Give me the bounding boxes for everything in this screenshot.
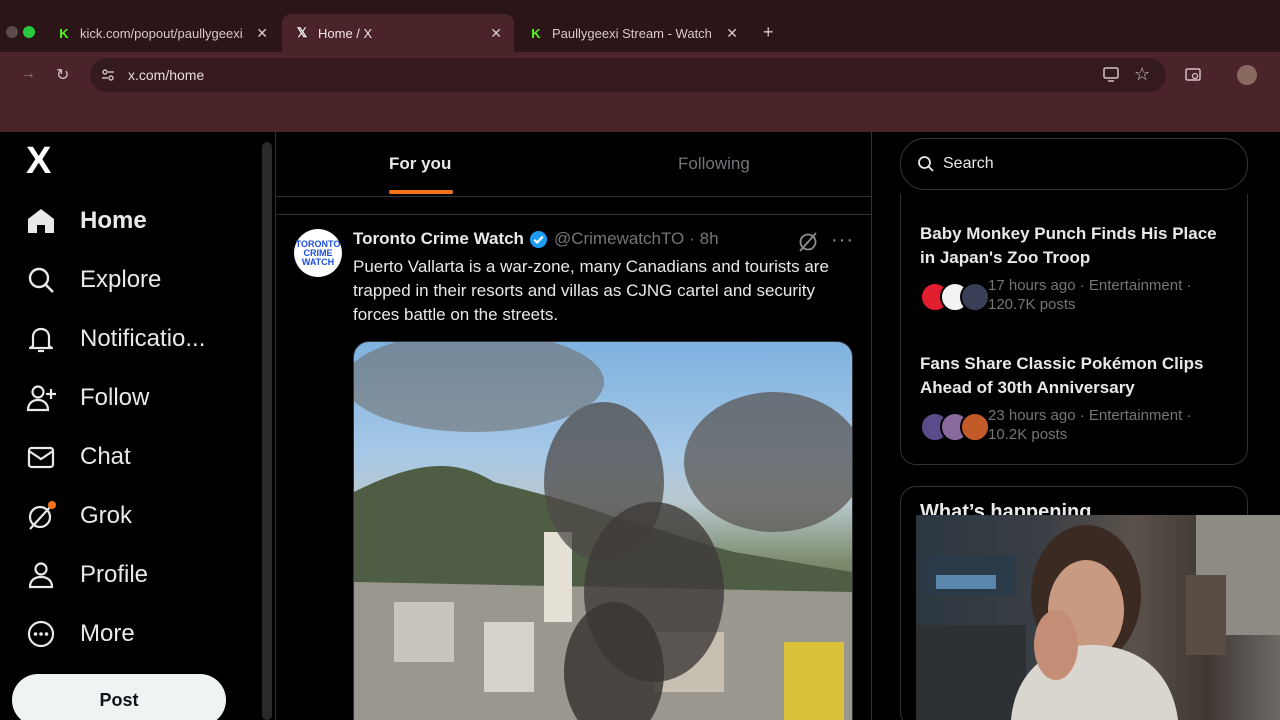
x-icon: 𝕏 — [296, 25, 308, 40]
kick-icon: K — [531, 25, 541, 41]
install-app-icon[interactable] — [1102, 65, 1120, 88]
search-placeholder: Search — [943, 155, 994, 172]
sidebar-item-notifications[interactable]: Notificatio... — [24, 319, 205, 359]
feed-tabs: For you Following — [276, 132, 871, 197]
tweet-time[interactable]: · 8h — [689, 229, 718, 249]
trend-meta: 23 hours ago · Entertainment · 10.2K pos… — [988, 407, 1192, 443]
tweet-avatar[interactable]: TORONTO CRIME WATCH — [294, 229, 342, 277]
follow-icon — [24, 381, 58, 415]
mail-icon — [24, 440, 58, 474]
sidebar-item-grok[interactable]: Grok — [24, 496, 132, 536]
url-text: x.com/home — [128, 67, 205, 83]
sidebar-item-label: More — [80, 620, 135, 647]
close-tab-icon[interactable]: ✕ — [726, 25, 738, 42]
profile-icon — [24, 558, 58, 592]
sidebar-item-label: Grok — [80, 502, 133, 529]
grok-explain-icon[interactable] — [797, 231, 819, 258]
tweet-media-image[interactable] — [353, 341, 853, 720]
trend-title: Baby Monkey Punch Finds His Place in Jap… — [920, 224, 1217, 267]
trend-avatars — [920, 412, 990, 442]
window-zoom-button[interactable] — [23, 26, 35, 38]
window-minimize-button[interactable] — [6, 26, 18, 38]
close-tab-icon[interactable]: ✕ — [490, 25, 502, 42]
search-icon — [24, 263, 58, 297]
avatar — [960, 282, 990, 312]
home-icon — [24, 204, 58, 238]
browser-tab-x-home[interactable]: 𝕏 Home / X ✕ — [282, 14, 514, 52]
trend-meta: 17 hours ago · Entertainment · 120.7K po… — [988, 277, 1192, 313]
x-logo[interactable]: X — [26, 140, 51, 183]
home-feed: For you Following TORONTO CRIME WATCH To… — [275, 132, 872, 720]
sidebar-item-label: Follow — [80, 384, 150, 411]
sidebar-item-label: Explore — [80, 266, 162, 293]
tweet-handle[interactable]: @CrimewatchTO — [554, 229, 684, 249]
grok-icon — [24, 499, 58, 533]
sidebar-item-label: Profile — [80, 561, 149, 588]
forward-icon[interactable]: → — [20, 65, 36, 83]
reload-icon[interactable]: ↻ — [56, 65, 69, 85]
trend-item[interactable]: Baby Monkey Punch Finds His Place in Jap… — [920, 222, 1236, 322]
sidebar-item-label: Home — [80, 207, 147, 234]
new-tab-button[interactable]: + — [763, 22, 774, 43]
trends-panel: Baby Monkey Punch Finds His Place in Jap… — [900, 194, 1248, 465]
trend-avatars — [920, 282, 990, 312]
verified-badge-icon — [529, 230, 548, 249]
search-icon — [917, 155, 935, 173]
sidebar-item-follow[interactable]: Follow — [24, 378, 149, 418]
kick-icon: K — [59, 25, 69, 41]
sidebar-item-label: Chat — [80, 443, 131, 470]
tweet-text: Puerto Vallarta is a war-zone, many Cana… — [353, 257, 829, 324]
bookmarks-bar — [0, 98, 1280, 132]
bookmark-star-icon[interactable]: ☆ — [1134, 64, 1150, 85]
sidebar-item-explore[interactable]: Explore — [24, 260, 161, 300]
more-options-icon[interactable]: ··· — [831, 229, 854, 252]
more-icon — [24, 617, 58, 651]
browser-tab-bar: K kick.com/popout/paullygeexi/ ✕ 𝕏 Home … — [0, 0, 1280, 52]
site-settings-icon[interactable] — [98, 65, 118, 85]
tweet-header: Toronto Crime Watch @CrimewatchTO · 8h — [353, 229, 719, 249]
sidebar-item-home[interactable]: Home — [24, 201, 147, 241]
tweet-author-name[interactable]: Toronto Crime Watch — [353, 229, 524, 249]
sidebar-item-label: Notificatio... — [80, 325, 206, 352]
close-tab-icon[interactable]: ✕ — [256, 25, 268, 42]
tweet[interactable]: TORONTO CRIME WATCH Toronto Crime Watch … — [276, 214, 871, 720]
bell-icon — [24, 322, 58, 356]
active-tab-indicator — [389, 190, 453, 194]
sidebar-item-profile[interactable]: Profile — [24, 555, 148, 595]
trend-item[interactable]: Fans Share Classic Pokémon Clips Ahead o… — [920, 352, 1236, 452]
tab-for-you[interactable]: For you — [389, 154, 451, 174]
search-input[interactable]: Search — [900, 138, 1248, 190]
address-bar[interactable]: x.com/home ☆ — [90, 58, 1166, 92]
browser-tab-kick-stream[interactable]: K Paullygeexi Stream - Watch Li ✕ — [516, 14, 750, 52]
avatar — [960, 412, 990, 442]
post-button[interactable]: Post — [12, 674, 226, 720]
tab-search-icon[interactable] — [1184, 66, 1202, 89]
sidebar-item-more[interactable]: More — [24, 614, 135, 654]
browser-tab-kick-popout[interactable]: K kick.com/popout/paullygeexi/ ✕ — [44, 14, 280, 52]
scrollbar[interactable] — [262, 142, 272, 720]
tab-following[interactable]: Following — [678, 154, 750, 174]
sidebar-item-chat[interactable]: Chat — [24, 437, 131, 477]
webcam-overlay — [916, 515, 1280, 720]
profile-avatar-icon[interactable] — [1237, 65, 1257, 85]
trend-title: Fans Share Classic Pokémon Clips Ahead o… — [920, 354, 1204, 397]
